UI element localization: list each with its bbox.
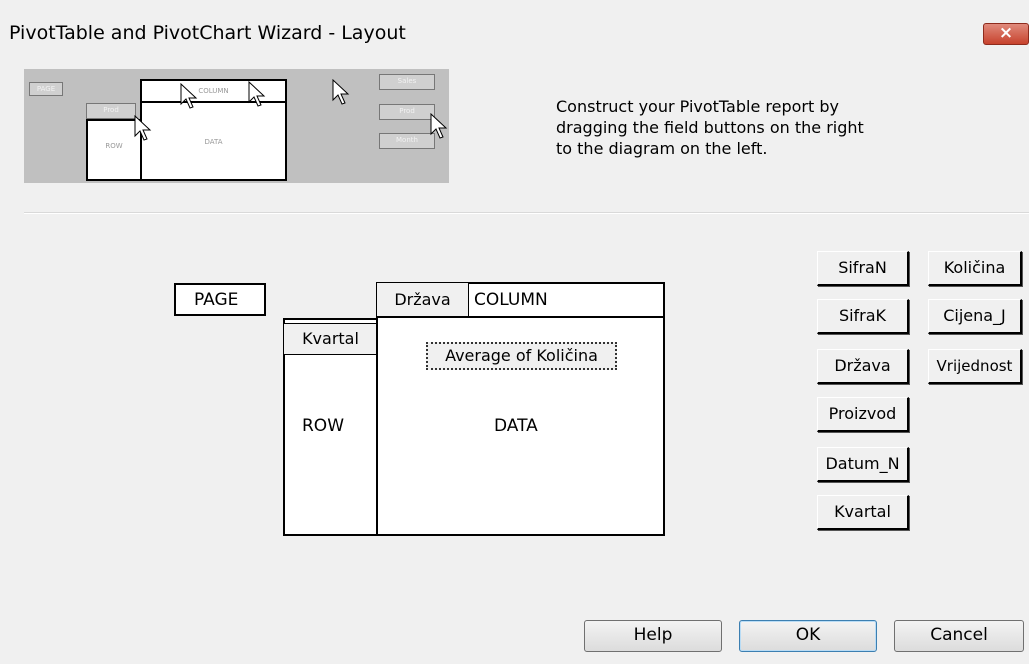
field-button-sifrak[interactable]: SifraK <box>817 299 909 334</box>
field-button-vrijednost[interactable]: Vrijednost <box>928 349 1022 384</box>
column-label: COLUMN <box>474 290 548 310</box>
instructions-line: Construct your PivotTable report by <box>556 97 839 116</box>
row-field-button[interactable]: Kvartal <box>283 323 378 355</box>
page-label: PAGE <box>194 290 239 310</box>
row-label: ROW <box>302 416 345 436</box>
cancel-button[interactable]: Cancel <box>894 620 1024 652</box>
pointer-icon <box>134 115 152 141</box>
data-label: DATA <box>494 416 538 436</box>
separator <box>24 212 1029 214</box>
pointer-icon <box>430 113 448 139</box>
field-button-datum-n[interactable]: Datum_N <box>817 447 909 482</box>
data-field-button[interactable]: Average of Količina <box>426 342 617 370</box>
instructions-line: dragging the field buttons on the right <box>556 118 864 137</box>
title-bar: PivotTable and PivotChart Wizard - Layou… <box>0 0 1029 62</box>
ok-button[interactable]: OK <box>739 620 877 652</box>
field-button-kolicina[interactable]: Količina <box>928 251 1022 286</box>
illus-prod-placed: Prod <box>86 103 136 119</box>
illus-field-month: Month <box>379 133 435 149</box>
field-button-kvartal[interactable]: Kvartal <box>817 495 909 530</box>
illus-field-sales: Sales <box>379 74 435 90</box>
close-button[interactable]: × <box>983 23 1029 45</box>
instructions: Construct your PivotTable report by drag… <box>556 96 864 159</box>
pointer-icon <box>180 83 198 109</box>
field-button-sifran[interactable]: SifraN <box>817 251 909 286</box>
illus-page: PAGE <box>29 82 63 96</box>
layout-illustration: PAGE COLUMN ROW DATA Prod Sales Prod Mon… <box>24 69 449 183</box>
illus-field-prod: Prod <box>379 104 435 120</box>
instructions-line: to the diagram on the left. <box>556 139 768 158</box>
illus-data: DATA <box>140 101 287 181</box>
window-title: PivotTable and PivotChart Wizard - Layou… <box>9 22 406 44</box>
field-button-proizvod[interactable]: Proizvod <box>817 397 909 432</box>
help-button[interactable]: Help <box>584 620 722 652</box>
page-area[interactable]: PAGE <box>174 283 266 316</box>
field-button-cijena-j[interactable]: Cijena_J <box>928 299 1022 334</box>
column-field-button[interactable]: Država <box>376 282 469 318</box>
pointer-icon <box>248 81 266 107</box>
pointer-icon <box>332 79 350 105</box>
field-button-drzava[interactable]: Država <box>817 349 909 384</box>
